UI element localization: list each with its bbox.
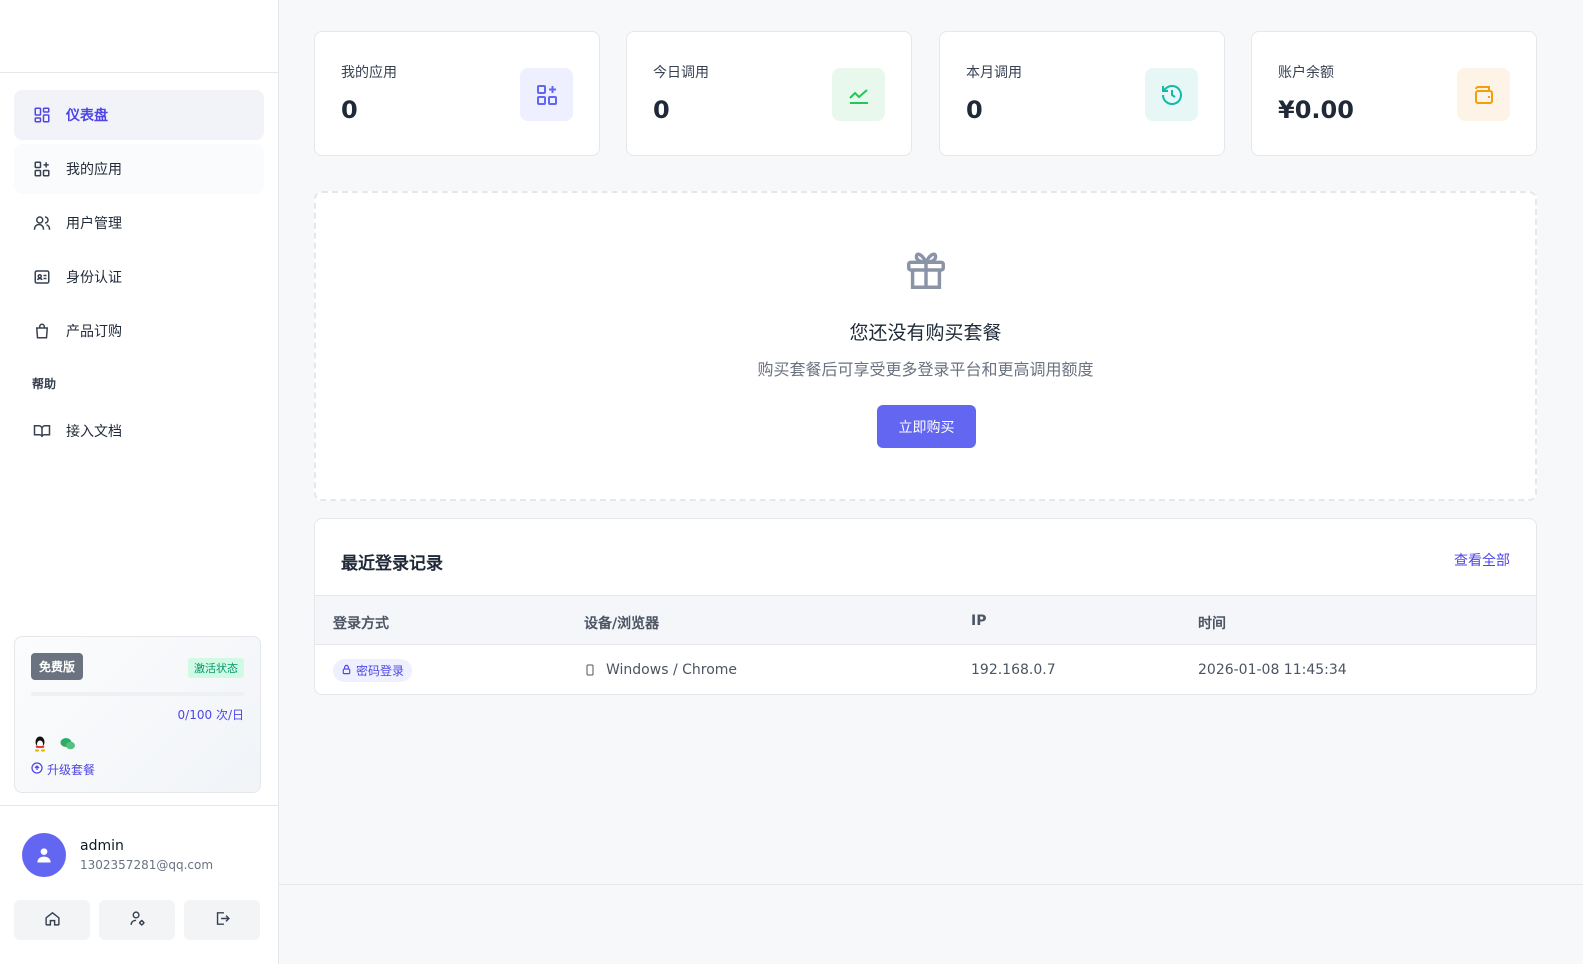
status-badge: 激活状态 [188,658,244,678]
platform-icons [31,735,244,753]
plan-badge: 免费版 [31,653,84,680]
footer [279,884,1583,964]
stat-value: 0 [966,96,983,124]
column-header: 设备/浏览器 [584,616,660,632]
sidebar-nav: 仪表盘 我的应用 用户管理 身份认证 产品订购 帮助 接入文档 [0,73,278,456]
avatar[interactable] [22,833,66,877]
history-icon [1145,68,1198,121]
stat-value: 0 [653,96,670,124]
user-name: admin [80,838,124,854]
logout-icon [214,910,231,931]
sidebar-item-label: 仪表盘 [66,108,108,124]
buy-now-button[interactable]: 立即购买 [877,405,976,448]
sidebar-item-docs[interactable]: 接入文档 [14,406,264,456]
user-settings-button[interactable] [99,900,175,940]
plan-usage: 0/100 次/日 [177,708,244,722]
stat-card-balance[interactable]: 账户余额 ¥0.00 [1251,31,1537,156]
column-header: 登录方式 [333,616,389,632]
stat-value: 0 [341,96,358,124]
promo-title: 您还没有购买套餐 [849,322,1002,344]
lock-icon [341,664,352,678]
upgrade-plan-link[interactable]: 升级套餐 [31,761,244,778]
column-header: 时间 [1198,616,1226,632]
sidebar-item-orders[interactable]: 产品订购 [14,306,264,356]
sidebar-item-label: 用户管理 [66,216,122,232]
table-header: 登录方式 设备/浏览器 IP 时间 [315,595,1536,645]
login-method-label: 密码登录 [356,664,405,678]
sidebar-item-label: 身份认证 [66,270,122,286]
apps-add-icon [520,68,573,121]
user-profile: admin 1302357281@qq.com [22,833,257,877]
dashboard-icon [32,105,52,125]
upgrade-plan-label: 升级套餐 [47,763,96,777]
recent-logins-title: 最近登录记录 [341,554,443,574]
gift-icon [903,247,949,297]
apps-icon [32,159,52,179]
device-cell: Windows / Chrome [584,662,737,678]
trend-icon [832,68,885,121]
sidebar-item-label: 产品订购 [66,324,122,340]
logout-button[interactable] [184,900,260,940]
arrow-up-circle-icon [31,762,43,777]
stat-label: 今日调用 [653,65,709,81]
login-method-badge: 密码登录 [333,659,413,682]
column-header: IP [971,613,987,629]
sidebar: 仪表盘 我的应用 用户管理 身份认证 产品订购 帮助 接入文档 免费版 激活状态… [0,0,279,964]
id-card-icon [32,267,52,287]
home-icon [44,910,61,931]
ip-cell: 192.168.0.7 [971,662,1056,678]
purchase-plan-promo: 您还没有购买套餐 购买套餐后可享受更多登录平台和更高调用额度 立即购买 [314,191,1537,501]
sidebar-item-users[interactable]: 用户管理 [14,198,264,248]
sidebar-item-label: 我的应用 [66,162,122,178]
plan-card: 免费版 激活状态 0/100 次/日 升级套餐 [14,636,261,793]
sidebar-item-label: 接入文档 [66,424,122,440]
wechat-icon [59,735,77,753]
sidebar-item-identity[interactable]: 身份认证 [14,252,264,302]
shopping-bag-icon [32,321,52,341]
device-label: Windows / Chrome [606,662,738,678]
view-all-link[interactable]: 查看全部 [1454,550,1510,570]
user-area: admin 1302357281@qq.com [0,805,279,964]
table-row[interactable]: 密码登录 Windows / Chrome 192.168.0.7 2026-0… [315,645,1536,694]
usage-progress-bar [31,692,244,696]
stat-card-month-calls[interactable]: 本月调用 0 [939,31,1225,156]
user-actions [14,900,260,940]
book-icon [32,421,52,441]
promo-subtitle: 购买套餐后可享受更多登录平台和更高调用额度 [757,360,1094,379]
main-content: 我的应用 0 今日调用 0 本月调用 0 账户余额 ¥0.00 您还没有购买套餐… [279,0,1583,964]
user-settings-icon [129,910,146,931]
sidebar-item-dashboard[interactable]: 仪表盘 [14,90,264,140]
qq-icon [31,735,49,753]
brand-area [0,0,278,73]
stat-label: 账户余额 [1278,65,1334,81]
time-cell: 2026-01-08 11:45:34 [1198,662,1347,678]
recent-logins-card: 最近登录记录 查看全部 登录方式 设备/浏览器 IP 时间 密码登录 Windo… [314,518,1537,695]
home-button[interactable] [14,900,90,940]
stat-card-apps[interactable]: 我的应用 0 [314,31,600,156]
stat-label: 我的应用 [341,65,397,81]
mobile-device-icon [584,663,596,677]
wallet-icon [1457,68,1510,121]
stat-value: ¥0.00 [1278,96,1354,124]
sidebar-item-my-apps[interactable]: 我的应用 [14,144,264,194]
user-email: 1302357281@qq.com [80,858,214,872]
stat-card-today-calls[interactable]: 今日调用 0 [626,31,912,156]
users-icon [32,213,52,233]
stat-label: 本月调用 [966,65,1022,81]
help-section-title: 帮助 [32,376,57,391]
